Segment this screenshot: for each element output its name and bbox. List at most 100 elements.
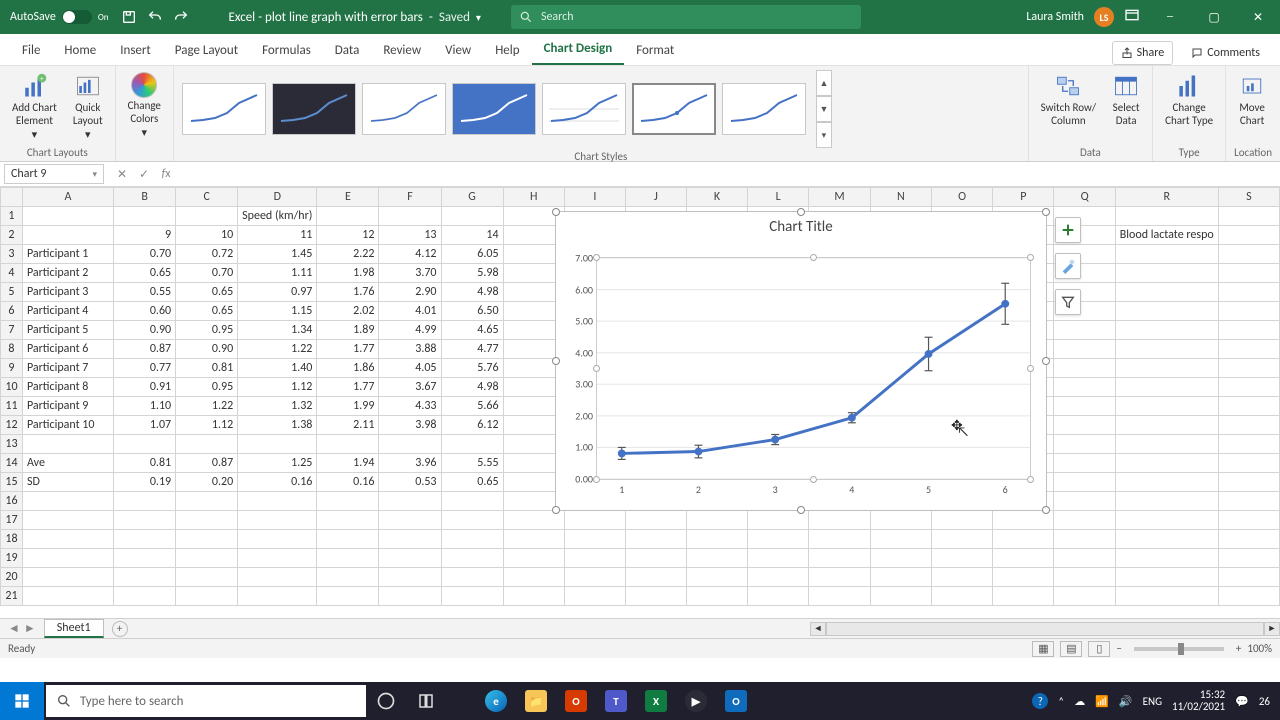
- cell-E14[interactable]: 1.94: [317, 454, 379, 473]
- cell-S20[interactable]: [1218, 568, 1279, 587]
- cell-K17[interactable]: [686, 511, 747, 530]
- cell-A9[interactable]: Participant 7: [22, 359, 113, 378]
- cell-S19[interactable]: [1218, 549, 1279, 568]
- cell-M17[interactable]: [809, 511, 870, 530]
- cell-D21[interactable]: [238, 587, 317, 606]
- cell-B2[interactable]: 9: [114, 226, 176, 245]
- cell-S2[interactable]: [1218, 226, 1279, 245]
- autosave-control[interactable]: AutoSave On: [10, 10, 109, 24]
- cell-F6[interactable]: 4.01: [379, 302, 441, 321]
- cell-S21[interactable]: [1218, 587, 1279, 606]
- autosave-toggle[interactable]: [62, 10, 92, 24]
- chart-elements-button[interactable]: [1055, 217, 1081, 243]
- zoom-out-button[interactable]: −: [1116, 642, 1121, 655]
- cell-E9[interactable]: 1.86: [317, 359, 379, 378]
- cell-A3[interactable]: Participant 1: [22, 245, 113, 264]
- onedrive-icon[interactable]: ☁: [1074, 695, 1085, 708]
- cell-Q15[interactable]: [1054, 473, 1115, 492]
- cell-D9[interactable]: 1.40: [238, 359, 317, 378]
- cell-Q11[interactable]: [1054, 397, 1115, 416]
- cell-B17[interactable]: [114, 511, 176, 530]
- cell-R20[interactable]: [1115, 568, 1218, 587]
- cell-M21[interactable]: [809, 587, 870, 606]
- cell-S15[interactable]: [1218, 473, 1279, 492]
- cell-G7[interactable]: 4.65: [441, 321, 503, 340]
- cell-C5[interactable]: 0.65: [176, 283, 238, 302]
- cell-R15[interactable]: [1115, 473, 1218, 492]
- cell-S1[interactable]: [1218, 207, 1279, 226]
- cell-F7[interactable]: 4.99: [379, 321, 441, 340]
- language-indicator[interactable]: ENG: [1143, 695, 1162, 708]
- cell-Q21[interactable]: [1054, 587, 1115, 606]
- cell-F21[interactable]: [379, 587, 441, 606]
- cell-A10[interactable]: Participant 8: [22, 378, 113, 397]
- cell-N19[interactable]: [870, 549, 931, 568]
- task-view-icon[interactable]: [366, 682, 406, 720]
- chart-style-2[interactable]: [272, 83, 356, 135]
- move-chart-button[interactable]: Move Chart: [1234, 70, 1270, 129]
- cell-P18[interactable]: [993, 530, 1054, 549]
- cell-D8[interactable]: 1.22: [238, 340, 317, 359]
- cell-C12[interactable]: 1.12: [176, 416, 238, 435]
- cell-L21[interactable]: [748, 587, 809, 606]
- formula-input[interactable]: [180, 164, 1280, 184]
- cell-B19[interactable]: [114, 549, 176, 568]
- cell-C9[interactable]: 0.81: [176, 359, 238, 378]
- cell-E11[interactable]: 1.99: [317, 397, 379, 416]
- teams-icon[interactable]: T: [596, 682, 636, 720]
- cell-E20[interactable]: [317, 568, 379, 587]
- taskbar-search[interactable]: Type here to search: [46, 685, 366, 717]
- cell-R6[interactable]: [1115, 302, 1218, 321]
- name-box[interactable]: Chart 9▾: [4, 164, 104, 184]
- cell-G12[interactable]: 6.12: [441, 416, 503, 435]
- cell-D11[interactable]: 1.32: [238, 397, 317, 416]
- cell-R4[interactable]: [1115, 264, 1218, 283]
- cell-F20[interactable]: [379, 568, 441, 587]
- cell-G8[interactable]: 4.77: [441, 340, 503, 359]
- cell-C19[interactable]: [176, 549, 238, 568]
- cell-R1[interactable]: [1115, 207, 1218, 226]
- cell-A20[interactable]: [22, 568, 113, 587]
- cell-E10[interactable]: 1.77: [317, 378, 379, 397]
- cell-A4[interactable]: Participant 2: [22, 264, 113, 283]
- cell-B11[interactable]: 1.10: [114, 397, 176, 416]
- cell-B6[interactable]: 0.60: [114, 302, 176, 321]
- view-page-layout-icon[interactable]: ▤: [1060, 641, 1082, 657]
- cell-C1[interactable]: [176, 207, 238, 226]
- cell-L18[interactable]: [748, 530, 809, 549]
- cell-G17[interactable]: [441, 511, 503, 530]
- minimize-button[interactable]: ─: [1148, 0, 1192, 34]
- add-sheet-button[interactable]: +: [112, 621, 128, 637]
- cell-S6[interactable]: [1218, 302, 1279, 321]
- cell-H19[interactable]: [503, 549, 564, 568]
- cell-R18[interactable]: [1115, 530, 1218, 549]
- cell-R5[interactable]: [1115, 283, 1218, 302]
- cell-Q12[interactable]: [1054, 416, 1115, 435]
- view-page-break-icon[interactable]: ▯: [1088, 641, 1110, 657]
- cell-C15[interactable]: 0.20: [176, 473, 238, 492]
- zoom-level[interactable]: 100%: [1247, 642, 1272, 655]
- cell-E6[interactable]: 2.02: [317, 302, 379, 321]
- cell-S16[interactable]: [1218, 492, 1279, 511]
- cell-I17[interactable]: [564, 511, 625, 530]
- select-data-button[interactable]: Select Data: [1108, 70, 1144, 129]
- cell-I21[interactable]: [564, 587, 625, 606]
- cell-G5[interactable]: 4.98: [441, 283, 503, 302]
- cell-D12[interactable]: 1.38: [238, 416, 317, 435]
- cell-E4[interactable]: 1.98: [317, 264, 379, 283]
- sheet-nav-prev[interactable]: ◄: [8, 621, 20, 636]
- cell-C16[interactable]: [176, 492, 238, 511]
- excel-icon[interactable]: X: [636, 682, 676, 720]
- add-chart-element-button[interactable]: + Add Chart Element▾: [8, 70, 61, 144]
- zoom-slider[interactable]: [1134, 647, 1224, 651]
- cell-R21[interactable]: [1115, 587, 1218, 606]
- cell-O19[interactable]: [931, 549, 992, 568]
- cell-H20[interactable]: [503, 568, 564, 587]
- style-scroll-down[interactable]: ▼: [816, 96, 832, 122]
- cell-O18[interactable]: [931, 530, 992, 549]
- cell-J17[interactable]: [625, 511, 686, 530]
- cell-E19[interactable]: [317, 549, 379, 568]
- cell-E16[interactable]: [317, 492, 379, 511]
- cell-A2[interactable]: [22, 226, 113, 245]
- cell-Q18[interactable]: [1054, 530, 1115, 549]
